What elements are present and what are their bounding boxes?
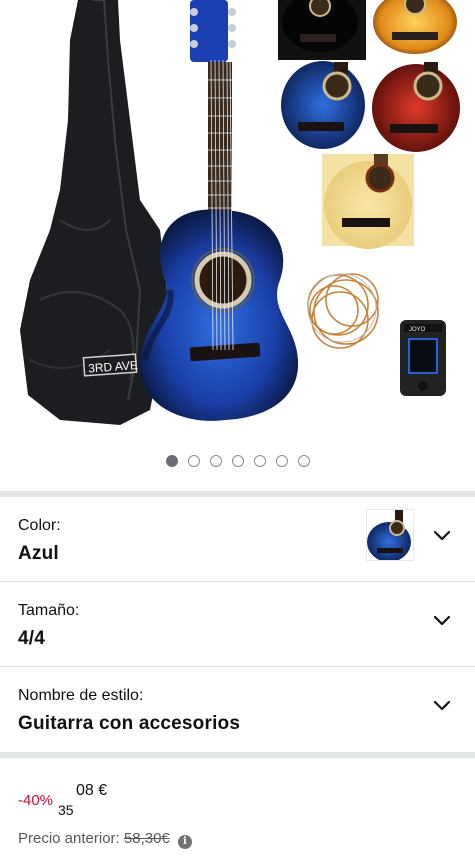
variation-size-selector[interactable]: Tamaño: 4/4: [0, 582, 475, 666]
pagination-dot[interactable]: [253, 455, 266, 467]
color-thumbnail: [366, 509, 414, 561]
guitar-bundle-illustration: 3RD AVE JOYO: [20, 0, 462, 425]
variation-style-selector[interactable]: Nombre de estilo: Guitarra con accesorio…: [0, 667, 475, 751]
pagination-dot[interactable]: [231, 455, 244, 467]
info-icon[interactable]: i: [177, 835, 192, 849]
pagination-dot[interactable]: [297, 455, 310, 467]
chevron-down-icon[interactable]: [431, 695, 453, 717]
chevron-down-icon[interactable]: [431, 525, 453, 547]
image-pagination[interactable]: [0, 455, 475, 467]
price-bottom: 35: [58, 802, 74, 818]
pagination-dot[interactable]: [187, 455, 200, 467]
variant-black: [278, 0, 366, 60]
variation-label: Color:: [18, 517, 61, 534]
pagination-dot[interactable]: [275, 455, 288, 467]
variation-label: Tamaño:: [18, 602, 80, 619]
price-top: 08 €: [76, 782, 108, 799]
variation-label: Nombre de estilo:: [18, 687, 144, 704]
previous-price-label: Precio anterior:: [18, 830, 120, 847]
previous-price-value: 58,30€: [123, 830, 170, 847]
product-image[interactable]: 3RD AVE JOYO: [0, 0, 475, 440]
svg-text:JOYO: JOYO: [409, 327, 426, 333]
variation-value: 4/4: [18, 628, 46, 649]
variation-value: Azul: [18, 543, 59, 564]
discount-percentage: -40%: [18, 792, 54, 809]
pagination-dot[interactable]: [209, 455, 222, 467]
pagination-dot[interactable]: [165, 455, 178, 467]
chevron-down-icon[interactable]: [431, 610, 453, 632]
variation-value: Guitarra con accesorios: [18, 713, 241, 734]
price-block: -40% 08 € 35: [18, 780, 318, 820]
variation-color-selector[interactable]: Color: Azul: [0, 497, 475, 581]
section-divider: [0, 752, 475, 758]
previous-price: Precio anterior: 58,30€ i: [18, 830, 192, 849]
